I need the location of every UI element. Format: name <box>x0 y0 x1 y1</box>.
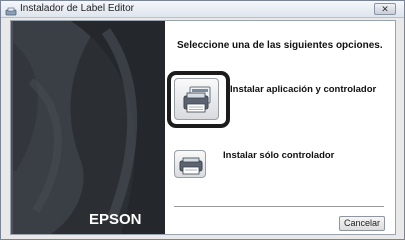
printer-app-icon <box>183 86 211 113</box>
brand-panel-graphic <box>11 21 165 234</box>
printer-icon <box>179 157 203 175</box>
install-app-and-driver-label: Instalar aplicación y controlador <box>230 84 377 95</box>
window-title: Instalador de Label Editor <box>20 3 134 14</box>
epson-logo: EPSON <box>89 211 142 228</box>
brand-panel: EPSON <box>11 21 165 234</box>
title-bar[interactable]: Instalador de Label Editor ✕ <box>1 1 404 18</box>
dialog-content: EPSON Seleccione una de las siguientes o… <box>10 20 396 235</box>
close-icon: ✕ <box>381 4 389 14</box>
install-driver-only-button[interactable] <box>174 150 206 178</box>
install-driver-only-label: Instalar sólo controlador <box>223 150 335 161</box>
cancel-button[interactable]: Cancelar <box>339 216 385 231</box>
installer-window: Instalador de Label Editor ✕ EPSON Selec… <box>0 0 405 240</box>
divider <box>174 206 384 207</box>
close-button[interactable]: ✕ <box>374 3 396 15</box>
install-app-and-driver-button[interactable] <box>174 78 219 120</box>
installer-app-icon <box>5 4 17 16</box>
instruction-text: Seleccione una de las siguientes opcione… <box>177 40 383 51</box>
